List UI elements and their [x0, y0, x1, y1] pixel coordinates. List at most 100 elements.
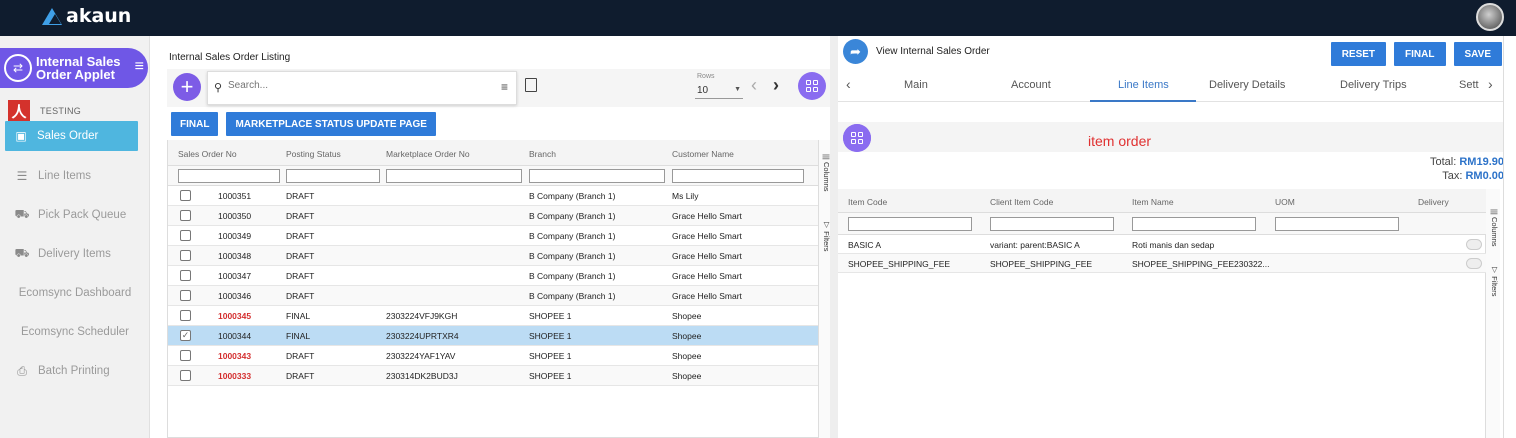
final-button[interactable]: FINAL — [1394, 42, 1446, 66]
row-checkbox[interactable] — [180, 310, 191, 321]
row-checkbox[interactable] — [180, 210, 191, 221]
row-checkbox[interactable]: ✓ — [180, 330, 191, 341]
cell-status: DRAFT — [286, 231, 315, 241]
column-header[interactable]: Marketplace Order No — [386, 149, 470, 159]
column-header[interactable]: UOM — [1275, 197, 1295, 207]
table-row[interactable]: BASIC A variant: parent:BASIC A Roti manis… — [838, 235, 1486, 254]
scrollbar-track[interactable] — [1503, 36, 1504, 438]
tax-label: Tax: — [1442, 170, 1463, 182]
row-checkbox[interactable] — [180, 290, 191, 301]
next-page-icon[interactable]: › — [773, 75, 779, 96]
grid-view-button[interactable] — [798, 72, 826, 100]
table-row[interactable]: 1000347 DRAFT B Company (Branch 1) Grace He… — [168, 266, 818, 286]
filter-input[interactable] — [529, 169, 665, 183]
back-button[interactable]: ➦ — [843, 39, 868, 64]
org-selector[interactable]: 人 TESTING — [8, 100, 81, 122]
total-label: Total: — [1430, 156, 1457, 168]
panel-divider[interactable] — [830, 36, 838, 438]
row-checkbox[interactable] — [180, 370, 191, 381]
sidebar-item-batch-printing[interactable]: ⎙ Batch Printing — [0, 356, 150, 386]
table-row[interactable]: 1000333 DRAFT 230314DK2BUD3J SHOPEE 1 Shopee — [168, 366, 818, 386]
rows-per-page[interactable]: Rows 10 ▼ — [695, 73, 745, 101]
filter-icon[interactable]: ≡ — [501, 80, 508, 94]
sidebar-item-pick-pack-queue[interactable]: ⛟ Pick Pack Queue — [0, 200, 150, 230]
tab-delivery-trips[interactable]: Delivery Trips — [1340, 79, 1407, 91]
column-header[interactable]: Delivery — [1418, 197, 1449, 207]
prev-page-icon[interactable]: ‹ — [751, 75, 757, 96]
filter-input[interactable] — [286, 169, 380, 183]
sidebar-item-sales-order[interactable]: ▣ Sales Order — [5, 121, 138, 151]
sidebar-item-line-items[interactable]: ☰ Line Items — [0, 161, 150, 191]
row-checkbox[interactable] — [180, 350, 191, 361]
delivery-toggle[interactable] — [1466, 258, 1482, 269]
sidebar-item-label: Line Items — [38, 170, 92, 182]
cell-customer: Shopee — [672, 331, 702, 341]
tab-settings[interactable]: Sett — [1459, 79, 1479, 91]
tab-delivery-details[interactable]: Delivery Details — [1209, 79, 1285, 91]
applet-header[interactable]: ⇄ Internal Sales Order Applet ≡ — [0, 48, 148, 88]
table-row[interactable]: 1000351 DRAFT B Company (Branch 1) Ms Lily — [168, 186, 818, 206]
table-row[interactable]: ✓ 1000344 FINAL 2303224UPRTXR4 SHOPEE 1 Shope… — [168, 326, 818, 346]
sidebar-item-label: Pick Pack Queue — [38, 209, 127, 221]
column-header[interactable]: Branch — [529, 149, 556, 159]
filter-input[interactable] — [178, 169, 280, 183]
sidebar-item-ecomsync-dashboard[interactable]: Ecomsync Dashboard — [0, 278, 150, 308]
item-order-heading: item order — [1088, 133, 1152, 149]
final-button[interactable]: FINAL — [171, 112, 219, 136]
tab-main[interactable]: Main — [904, 79, 928, 91]
column-header[interactable]: Customer Name — [672, 149, 734, 159]
filter-input[interactable] — [386, 169, 522, 183]
filter-input[interactable] — [672, 169, 804, 183]
cell-branch: B Company (Branch 1) — [529, 211, 616, 221]
detail-actions: RESET FINAL SAVE — [1330, 42, 1502, 66]
user-avatar[interactable] — [1476, 3, 1504, 31]
filter-input[interactable] — [1275, 217, 1399, 231]
applet-title: Internal Sales Order Applet — [36, 54, 121, 82]
sidebar-item-label: Ecomsync Scheduler — [20, 326, 130, 338]
column-header[interactable]: Item Code — [848, 197, 887, 207]
table-row[interactable]: 1000350 DRAFT B Company (Branch 1) Grace He… — [168, 206, 818, 226]
table-row[interactable]: 1000349 DRAFT B Company (Branch 1) Grace He… — [168, 226, 818, 246]
table-row[interactable]: 1000345 FINAL 2303224VFJ9KGH SHOPEE 1 Shopee — [168, 306, 818, 326]
tab-account[interactable]: Account — [1011, 79, 1051, 91]
copy-icon[interactable] — [525, 78, 537, 92]
tab-line-items[interactable]: Line Items — [1118, 79, 1169, 91]
columns-tab[interactable]: ||| Columns — [1487, 209, 1499, 247]
filter-input[interactable] — [848, 217, 972, 231]
filter-input[interactable] — [1132, 217, 1256, 231]
chevron-left-icon[interactable]: ‹ — [846, 76, 851, 92]
filter-input[interactable] — [990, 217, 1114, 231]
cell-name: Roti manis dan sedap — [1132, 240, 1215, 250]
save-button[interactable]: SAVE — [1453, 42, 1502, 66]
grid-icon — [806, 80, 818, 92]
search-input[interactable] — [228, 80, 428, 91]
org-label: TESTING — [40, 106, 82, 116]
reset-button[interactable]: RESET — [1330, 42, 1387, 66]
table-row[interactable]: 1000348 DRAFT B Company (Branch 1) Grace He… — [168, 246, 818, 266]
sidebar-item-delivery-items[interactable]: ⛟ Delivery Items — [0, 239, 150, 269]
table-row[interactable]: 1000343 DRAFT 2303224YAF1YAV SHOPEE 1 Shopee — [168, 346, 818, 366]
column-header[interactable]: Item Name — [1132, 197, 1174, 207]
row-checkbox[interactable] — [180, 250, 191, 261]
row-checkbox[interactable] — [180, 190, 191, 201]
row-checkbox[interactable] — [180, 230, 191, 241]
filters-tab[interactable]: ▽ Filters — [1487, 265, 1499, 297]
column-header[interactable]: Posting Status — [286, 149, 341, 159]
sidebar-item-ecomsync-scheduler[interactable]: Ecomsync Scheduler — [0, 317, 150, 347]
table-row[interactable]: SHOPEE_SHIPPING_FEE SHOPEE_SHIPPING_FEE SH… — [838, 254, 1486, 273]
akaun-logo[interactable]: akaun — [42, 5, 131, 27]
columns-icon: ||| — [1490, 209, 1499, 215]
column-header[interactable]: Client Item Code — [990, 197, 1053, 207]
add-button[interactable]: + — [173, 73, 201, 101]
chevron-right-icon[interactable]: › — [1488, 76, 1493, 92]
delivery-toggle[interactable] — [1466, 239, 1482, 250]
collapse-menu-icon[interactable]: ≡ — [135, 58, 144, 76]
marketplace-status-button[interactable]: MARKETPLACE STATUS UPDATE PAGE — [226, 112, 436, 136]
column-header[interactable]: Sales Order No — [178, 149, 237, 159]
rows-select[interactable]: 10 ▼ — [695, 85, 743, 99]
cell-code: SHOPEE_SHIPPING_FEE — [848, 259, 951, 269]
grid-view-button[interactable] — [843, 124, 871, 152]
table-row[interactable]: 1000346 DRAFT B Company (Branch 1) Grace He… — [168, 286, 818, 306]
row-checkbox[interactable] — [180, 270, 191, 281]
document-icon: ▣ — [15, 129, 27, 143]
